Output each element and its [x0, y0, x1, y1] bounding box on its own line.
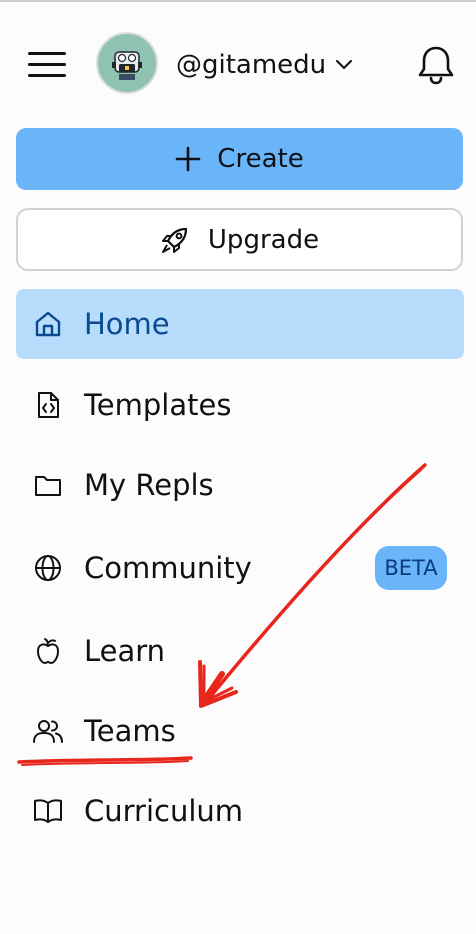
- upgrade-button[interactable]: Upgrade: [16, 208, 463, 271]
- sidebar-panel: @gitamedu Create Upgrade Home Templates …: [0, 0, 476, 934]
- book-icon: [32, 795, 64, 827]
- folder-icon: [32, 469, 64, 501]
- apple-icon: [32, 635, 64, 667]
- nav-item-community[interactable]: Community BETA: [16, 533, 464, 603]
- globe-icon: [32, 552, 64, 584]
- hamburger-menu-icon[interactable]: [28, 52, 68, 78]
- create-button[interactable]: Create: [16, 128, 463, 190]
- nav-item-home[interactable]: Home: [16, 289, 464, 359]
- account-switcher[interactable]: @gitamedu: [176, 48, 353, 82]
- notifications-bell-icon[interactable]: [416, 44, 456, 86]
- home-icon: [32, 308, 64, 340]
- nav-label-curriculum: Curriculum: [84, 794, 244, 828]
- beta-badge: BETA: [375, 546, 447, 590]
- create-label: Create: [217, 144, 304, 174]
- nav-item-curriculum[interactable]: Curriculum: [16, 776, 464, 846]
- username-label: @gitamedu: [176, 50, 327, 80]
- rocket-icon: [161, 227, 188, 253]
- chevron-down-icon: [336, 60, 353, 69]
- nav-label-learn: Learn: [84, 634, 166, 668]
- nav-label-community: Community: [84, 551, 252, 585]
- plus-icon: [175, 146, 201, 172]
- upgrade-label: Upgrade: [207, 224, 320, 255]
- avatar[interactable]: [96, 32, 158, 94]
- nav-item-learn[interactable]: Learn: [16, 616, 464, 686]
- nav-item-templates[interactable]: Templates: [16, 370, 464, 440]
- nav-label-templates: Templates: [84, 388, 232, 422]
- nav-label-my-repls: My Repls: [84, 468, 214, 502]
- nav-item-my-repls[interactable]: My Repls: [16, 450, 464, 520]
- file-code-icon: [32, 389, 64, 421]
- nav-label-home: Home: [84, 307, 170, 341]
- users-icon: [32, 715, 64, 747]
- nav-item-teams[interactable]: Teams: [16, 696, 464, 766]
- nav-label-teams: Teams: [84, 714, 176, 748]
